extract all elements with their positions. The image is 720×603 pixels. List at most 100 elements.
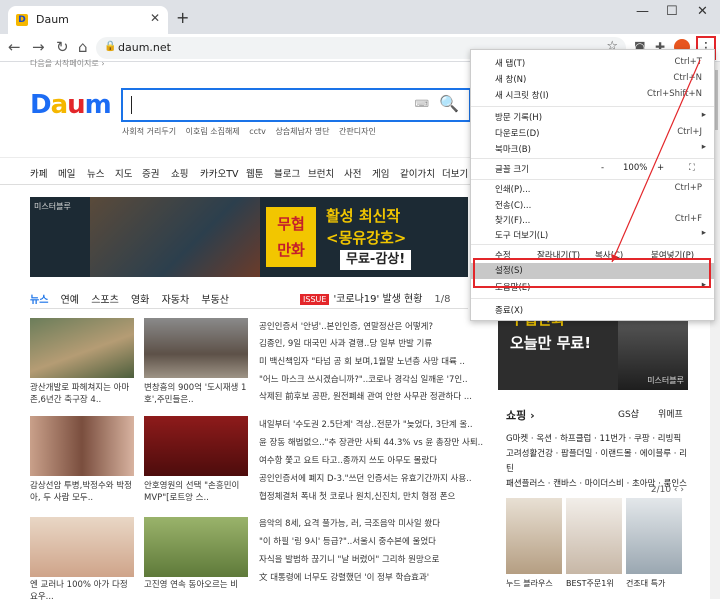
menu-bookmarks[interactable]: 북마크(B) ▸: [471, 142, 714, 156]
headline-link[interactable]: "이 하필 '링 9시' 등급?"..서울시 중수본에 울었다: [259, 535, 436, 547]
news-tabs: 뉴스 연예 스포츠 영화 자동차 부동산: [30, 291, 238, 306]
product-caption[interactable]: 누드 블라우스: [506, 578, 553, 589]
keyword-link[interactable]: cctv: [249, 127, 266, 136]
nav-map[interactable]: 지도: [115, 166, 132, 180]
menu-downloads[interactable]: 다운로드(D) Ctrl+J: [471, 126, 714, 140]
nav-shopping[interactable]: 쇼핑: [171, 166, 188, 180]
headline-link[interactable]: 음악의 8세, 요격 풀가능, 러, 극조음악 미사일 쐈다: [259, 517, 440, 529]
search-icon[interactable]: 🔍: [439, 94, 459, 113]
headline-link[interactable]: 삭제된 前후보 공판, 원전폐쇄 관여 안한 사무관 정관하다 ...: [259, 390, 472, 402]
product-image[interactable]: [626, 498, 682, 574]
nav-dictionary[interactable]: 사전: [344, 166, 361, 180]
headline-link[interactable]: 내일부터 '수도권 2.5단계' 격상..전문가 "늦었다, 3단계 올..: [259, 418, 473, 430]
news-photo[interactable]: [144, 416, 248, 476]
nav-more[interactable]: 더보기: [442, 166, 468, 180]
maximize-button[interactable]: ☐: [666, 4, 678, 19]
menu-separator: [471, 158, 714, 159]
nav-stock[interactable]: 증권: [142, 166, 159, 180]
headline-link[interactable]: 김종인, 9일 대국민 사과 결행..당 일부 반발 기류: [259, 337, 432, 349]
search-input[interactable]: ⌨ 🔍: [121, 88, 471, 122]
tab-entertainment[interactable]: 연예: [61, 295, 79, 306]
keyword-link[interactable]: 상습체납자 명단: [275, 127, 329, 136]
headline-link[interactable]: 윤 장동 해법없으.."추 장관만 사퇴 44.3% vs 윤 총장만 사퇴..: [259, 436, 483, 448]
tab-sports[interactable]: 스포츠: [91, 295, 119, 306]
url-text[interactable]: daum.net: [118, 41, 171, 54]
partner-wemakeprice[interactable]: 위메프: [658, 407, 683, 420]
keyword-link[interactable]: 이호림 소집해제: [186, 127, 240, 136]
nav-news[interactable]: 뉴스: [87, 166, 104, 180]
nav-blog[interactable]: 블로그: [274, 166, 300, 180]
menu-new-tab[interactable]: 새 탭(T) Ctrl+T: [471, 56, 714, 70]
shop-links-row[interactable]: G마켓 · 옥션 · 하프클럽 · 11번가 · 쿠팡 · 리빙픽: [506, 432, 688, 447]
tab-close-icon[interactable]: ✕: [150, 11, 160, 25]
partner-gs[interactable]: GS샵: [618, 407, 639, 420]
nav-kakaotv[interactable]: 카카오TV: [200, 166, 239, 180]
menu-print[interactable]: 인쇄(P)... Ctrl+P: [471, 182, 714, 196]
menu-history[interactable]: 방문 기록(H) ▸: [471, 110, 714, 124]
menu-cast[interactable]: 전송(C)...: [471, 198, 714, 212]
headline-link[interactable]: 여수항 쫓고 요트 타고..종까지 쓰도 아무도 몰랐다: [259, 454, 437, 466]
news-video-thumb[interactable]: [144, 517, 248, 577]
keyword-link[interactable]: 사회적 거리두기: [122, 127, 176, 136]
nav-cafe[interactable]: 카페: [30, 166, 47, 180]
minimize-button[interactable]: —: [636, 4, 649, 19]
photo-news-caption[interactable]: 안호영원의 선택 "손흥민이 MVP"[로트앙 스..: [144, 480, 248, 504]
tab-movie[interactable]: 영화: [131, 295, 149, 306]
issue-text[interactable]: '코로나19' 발생 현황: [333, 294, 422, 305]
product-caption[interactable]: 건조대 특가: [626, 578, 665, 589]
forward-icon[interactable]: →: [32, 38, 45, 56]
product-caption[interactable]: BEST주문1위: [566, 578, 614, 589]
photo-news-caption[interactable]: 광산개발로 파헤쳐지는 아마존,6년간 축구장 4..: [30, 382, 134, 406]
photo-news-caption[interactable]: 감상선암 투병,박정수와 박정아, 두 사람 모두..: [30, 480, 134, 504]
photo-news-caption[interactable]: 엔 교러나 100% 아가 다정 요우...: [30, 579, 134, 603]
shop-links-row[interactable]: 고려성활건강 · 팝플더밀 · 이랜드몰 · 에이블루 · 리틴: [506, 447, 688, 477]
product-image[interactable]: [506, 498, 562, 574]
news-photo[interactable]: [30, 416, 134, 476]
shopping-pager[interactable]: 2/10 ‹ ›: [651, 485, 684, 495]
headline-link[interactable]: 미 백신책임자 "타넘 공 회 보며,1월말 노년층 사망 대륙 ..: [259, 355, 465, 367]
menu-more-tools[interactable]: 도구 더보기(L) ▸: [471, 228, 714, 242]
menu-find[interactable]: 찾기(F)... Ctrl+F: [471, 213, 714, 227]
photo-news-caption[interactable]: 고진영 연속 동아오르는 비: [144, 579, 248, 591]
keyboard-icon[interactable]: ⌨: [415, 99, 429, 110]
reload-icon[interactable]: ↻: [56, 38, 69, 56]
menu-new-window[interactable]: 새 창(N) Ctrl+N: [471, 72, 714, 86]
nav-together[interactable]: 같이가치: [400, 166, 435, 180]
ad-banner[interactable]: 미스터블루 무협 만화 활성 최신작 <몽유강호> 무료-감상!: [30, 197, 468, 277]
tab-realestate[interactable]: 부동산: [201, 295, 229, 306]
nav-mail[interactable]: 메일: [58, 166, 75, 180]
shopping-title[interactable]: 쇼핑 ›: [506, 407, 535, 423]
tab-news[interactable]: 뉴스: [30, 295, 48, 306]
back-icon[interactable]: ←: [8, 38, 21, 56]
menu-label: 북마크(B): [495, 145, 531, 155]
headline-link[interactable]: "어느 마스크 쓰시겠습니까?"..코로나 경각심 일깨운 '7인..: [259, 373, 468, 385]
product-image[interactable]: [566, 498, 622, 574]
headline-link[interactable]: 협정체결처 폭내 첫 코로나 원치,신진치, 만치 형정 폰으: [259, 490, 455, 502]
zoom-in-button[interactable]: +: [657, 163, 664, 173]
headline-link[interactable]: 공인인증서 '안녕'..본인인증, 연말정산은 어떻게?: [259, 320, 433, 332]
lock-icon[interactable]: 🔒: [104, 41, 116, 52]
nav-webtoon[interactable]: 웹툰: [246, 166, 263, 180]
headline-link[interactable]: 文 대통령에 너무도 강렬했던 '이 정부 학습효과': [259, 571, 429, 583]
browser-tab[interactable]: D Daum ✕: [8, 6, 168, 34]
set-start-page-link[interactable]: 다음을 시작페이지로 ›: [30, 58, 105, 69]
zoom-out-button[interactable]: -: [601, 163, 604, 173]
tab-car[interactable]: 자동차: [162, 295, 190, 306]
headline-link[interactable]: 자식을 발범하 끊기니 "날 버렸어" 그리하 원망으로: [259, 553, 439, 565]
issue-ticker[interactable]: ISSUE '코로나19' 발생 현황 1/8: [300, 290, 451, 305]
photo-news-caption[interactable]: 변창흠의 900억 '도시재생 1호',주민들은..: [144, 382, 248, 406]
keyword-link[interactable]: 간판디자인: [339, 127, 376, 136]
new-tab-button[interactable]: +: [176, 8, 189, 27]
headline-link[interactable]: 공인인증서에 폐지 D-3."쓰던 인증서는 유효기간까지 사용..: [259, 472, 472, 484]
nav-game[interactable]: 게임: [372, 166, 389, 180]
daum-logo[interactable]: Daum: [30, 90, 112, 120]
news-photo[interactable]: [30, 517, 134, 577]
news-photo[interactable]: [144, 318, 248, 378]
nav-brunch[interactable]: 브런치: [308, 166, 334, 180]
fullscreen-icon[interactable]: ⛶: [689, 163, 695, 173]
home-icon[interactable]: ⌂: [78, 38, 88, 56]
news-photo[interactable]: [30, 318, 134, 378]
close-window-button[interactable]: ✕: [697, 4, 708, 19]
menu-exit[interactable]: 종료(X): [471, 303, 714, 317]
menu-incognito[interactable]: 새 시크릿 창(I) Ctrl+Shift+N: [471, 88, 714, 102]
